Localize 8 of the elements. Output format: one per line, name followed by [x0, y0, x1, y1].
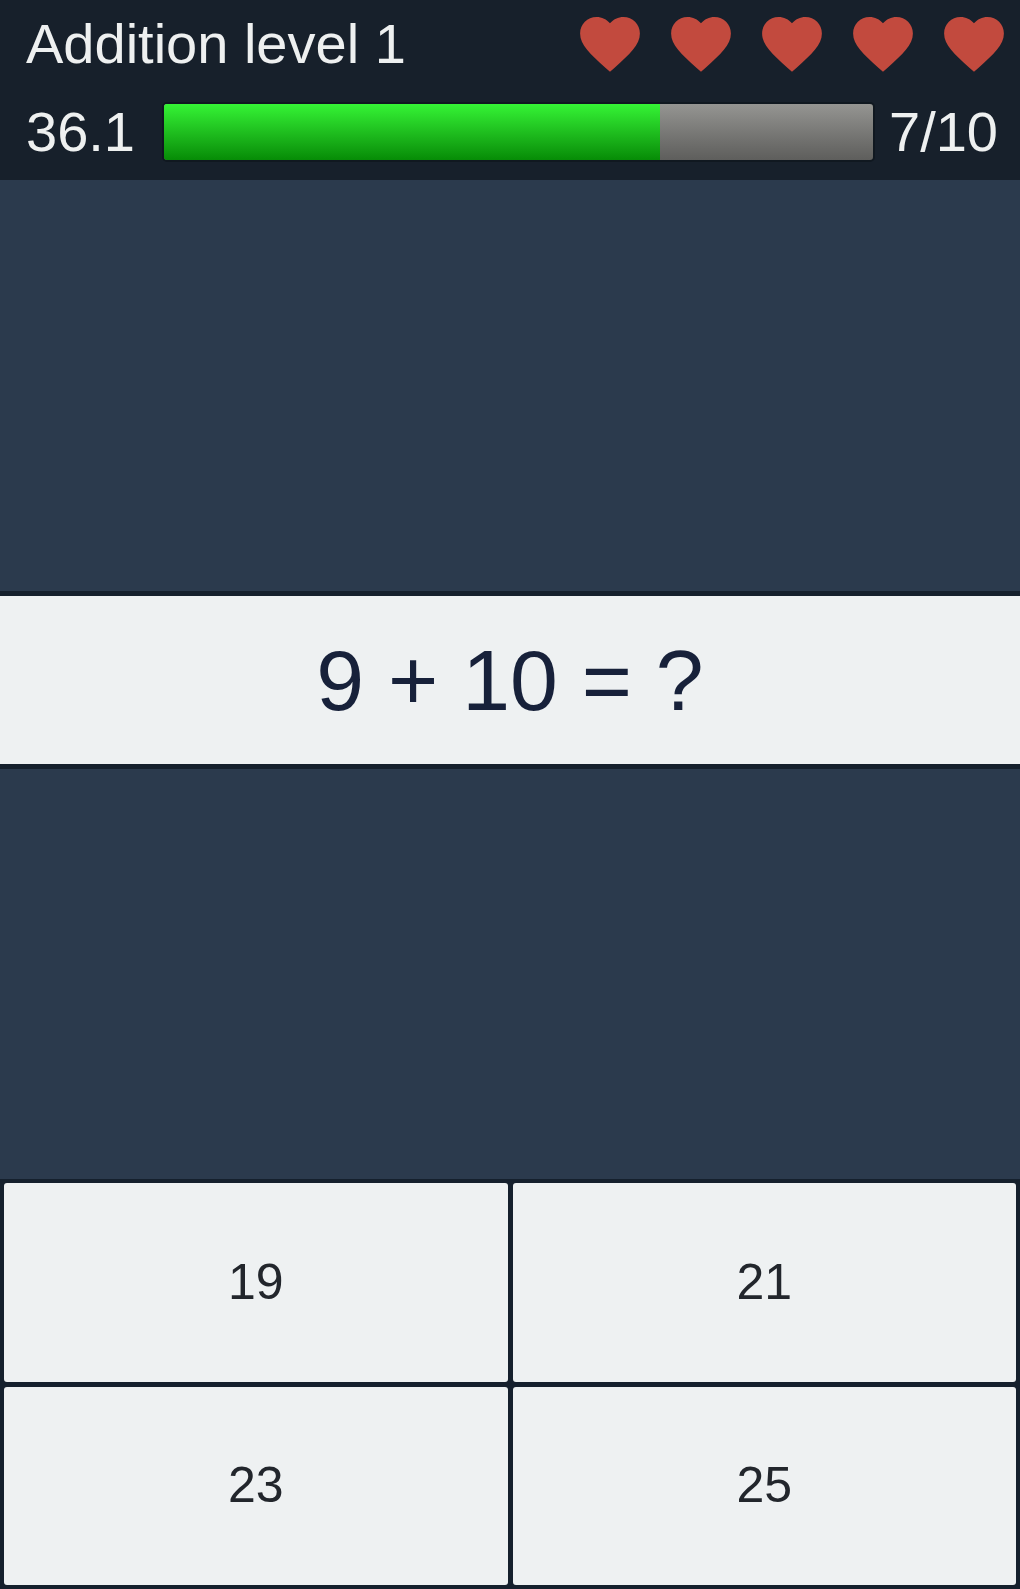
answer-button[interactable]: 19	[4, 1183, 508, 1382]
timer-text: 36.1	[26, 104, 135, 160]
question-counter: 7/10	[889, 104, 998, 160]
answer-button[interactable]: 21	[512, 1183, 1016, 1382]
answer-button[interactable]: 25	[512, 1386, 1016, 1585]
answer-button[interactable]: 23	[4, 1386, 508, 1585]
question-text: 9 + 10 = ?	[316, 636, 704, 723]
level-title: Addition level 1	[26, 16, 406, 72]
